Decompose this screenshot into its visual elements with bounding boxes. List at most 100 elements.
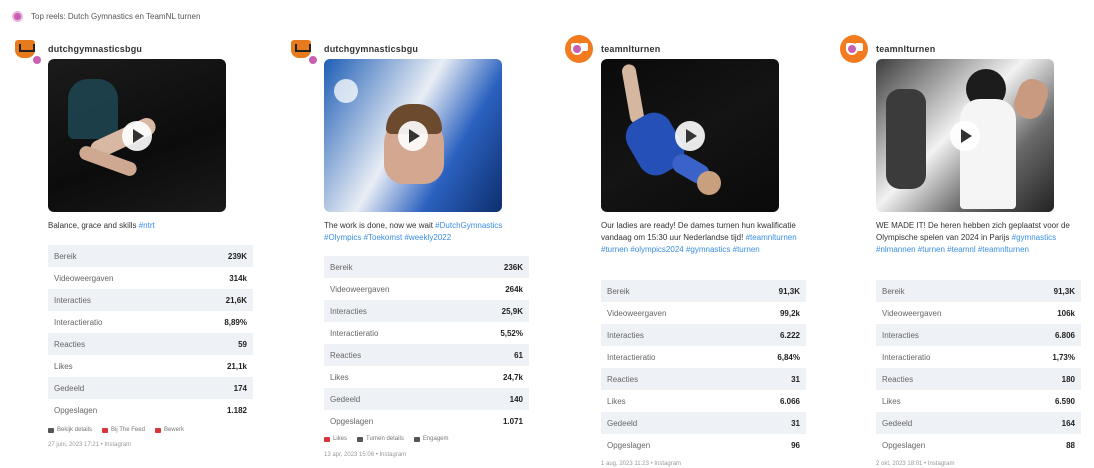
chart-icon — [413, 436, 420, 442]
stat-value: 21,6K — [225, 295, 247, 305]
reel-thumbnail[interactable] — [876, 59, 1054, 212]
comment-icon — [357, 436, 364, 442]
caption-text: The work is done, now we wait — [324, 221, 433, 230]
stat-value: 314k — [229, 273, 247, 283]
stat-row: Videoweergaven 314k — [48, 267, 253, 289]
stat-row: Interacties 6.222 — [601, 324, 806, 346]
stat-value: 1.182 — [226, 405, 247, 415]
stat-row: Interacties 25,9K — [324, 300, 529, 322]
reel-thumbnail[interactable] — [601, 59, 779, 212]
stat-row: Likes 24,7k — [324, 366, 529, 388]
instagram-badge-icon — [307, 54, 319, 66]
stat-label: Interactieratio — [882, 352, 931, 362]
stat-label: Likes — [330, 372, 349, 382]
play-icon[interactable] — [122, 120, 152, 151]
post-caption: Our ladies are ready! De dames turnen hu… — [601, 220, 806, 256]
stat-label: Likes — [882, 396, 901, 406]
stat-row: Interacties 21,6K — [48, 289, 253, 311]
stat-value: 164 — [1061, 418, 1075, 428]
likes-link[interactable]: Likes — [324, 436, 347, 442]
stat-row: Interactieratio 8,89% — [48, 311, 253, 333]
stat-row: Interacties 6.806 — [876, 324, 1081, 346]
stat-row: Opgeslagen 96 — [601, 434, 806, 456]
post-card: teamnlturnen Our ladies are ready! De da… — [565, 34, 815, 467]
stat-label: Reacties — [54, 339, 86, 349]
stat-label: Videoweergaven — [607, 308, 667, 318]
stat-value: 1,73% — [1052, 352, 1075, 362]
stat-label: Interacties — [54, 295, 91, 305]
stat-value: 91,3K — [1053, 286, 1075, 296]
stat-label: Likes — [54, 361, 73, 371]
stat-value: 96 — [791, 440, 800, 450]
stat-label: Gedeeld — [330, 394, 361, 404]
pin-icon — [154, 427, 161, 433]
stat-row: Gedeeld 140 — [324, 388, 529, 410]
account-name[interactable]: dutchgymnasticsbgu — [324, 44, 418, 54]
stat-row: Likes 6.066 — [601, 390, 806, 412]
stat-value: 91,3K — [778, 286, 800, 296]
reel-thumbnail[interactable] — [48, 59, 226, 212]
stat-value: 236K — [503, 262, 523, 272]
comment-icon — [48, 427, 54, 433]
play-icon[interactable] — [398, 120, 428, 151]
stat-value: 99,2k — [779, 308, 800, 318]
stat-value: 6.066 — [779, 396, 800, 406]
reel-thumbnail[interactable] — [324, 59, 502, 212]
account-name[interactable]: teamnlturnen — [601, 44, 660, 54]
account-name[interactable]: teamnlturnen — [876, 44, 935, 54]
avatar[interactable] — [565, 35, 593, 63]
hashtags[interactable]: #ntrt — [139, 221, 155, 230]
instagram-badge-icon — [31, 54, 43, 66]
stat-label: Interactieratio — [54, 317, 103, 327]
report-header: Top reels: Dutch Gymnastics en TeamNL tu… — [12, 11, 200, 22]
stat-label: Gedeeld — [607, 418, 638, 428]
stat-label: Bereik — [607, 286, 630, 296]
stat-label: Interactieratio — [330, 328, 379, 338]
stat-value: 21,1k — [226, 361, 247, 371]
stat-value: 31 — [791, 418, 800, 428]
stat-label: Videoweergaven — [882, 308, 942, 318]
stat-label: Opgeslagen — [607, 440, 651, 450]
report-title: Top reels: Dutch Gymnastics en TeamNL tu… — [31, 12, 201, 21]
stat-label: Interactieratio — [607, 352, 656, 362]
stat-row: Interactieratio 6,84% — [601, 346, 806, 368]
stat-value: 88 — [1066, 440, 1075, 450]
stat-value: 61 — [514, 350, 523, 360]
play-icon[interactable] — [675, 120, 705, 151]
stat-row: Gedeeld 164 — [876, 412, 1081, 434]
stat-label: Bereik — [882, 286, 905, 296]
stat-value: 59 — [238, 339, 247, 349]
stat-value: 106k — [1057, 308, 1075, 318]
avatar[interactable] — [288, 35, 319, 66]
stat-row: Reacties 59 — [48, 333, 253, 355]
stat-row: Reacties 61 — [324, 344, 529, 366]
stat-label: Opgeslagen — [882, 440, 926, 450]
stat-row: Gedeeld 174 — [48, 377, 253, 399]
caption-text: Balance, grace and skills — [48, 221, 137, 230]
engagement-link[interactable]: Engagem — [413, 436, 449, 442]
post-card: dutchgymnasticsbgu Balance, grace and sk… — [12, 34, 262, 448]
stat-label: Gedeeld — [882, 418, 913, 428]
stat-value: 25,9K — [501, 306, 523, 316]
stat-value: 5,52% — [500, 328, 523, 338]
stat-value: 174 — [233, 383, 247, 393]
heart-icon — [324, 436, 330, 442]
stat-row: Reacties 180 — [876, 368, 1081, 390]
stat-label: Interacties — [882, 330, 919, 340]
stat-row: Likes 21,1k — [48, 355, 253, 377]
instagram-badge-icon — [571, 43, 583, 55]
details-link[interactable]: Turnen details — [357, 436, 404, 442]
account-name[interactable]: dutchgymnasticsbgu — [48, 44, 142, 54]
stat-value: 180 — [1061, 374, 1075, 384]
heart-icon — [102, 427, 109, 433]
details-link[interactable]: Bekijk details — [48, 427, 92, 433]
instagram-icon — [12, 11, 23, 22]
post-date: 13 apr, 2023 15:06 • Instagram — [324, 452, 407, 458]
feed-link[interactable]: Bij The Feed — [102, 427, 145, 433]
avatar[interactable] — [12, 35, 43, 66]
stats-table: Bereik 239K Videoweergaven 314k Interactie… — [48, 245, 253, 421]
stat-value: 6.806 — [1054, 330, 1075, 340]
avatar[interactable] — [840, 35, 868, 63]
play-icon[interactable] — [950, 120, 980, 151]
edit-link[interactable]: Bewerk — [154, 427, 184, 433]
